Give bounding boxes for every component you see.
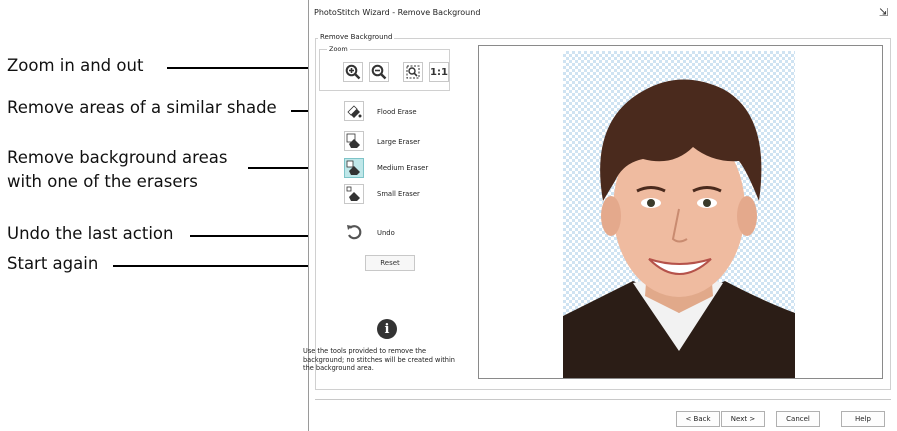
zoom-actual-size-icon: 1:1 (430, 66, 448, 78)
cancel-button[interactable]: Cancel (776, 411, 820, 427)
group-label: Remove Background (318, 33, 395, 41)
undo-label: Undo (377, 229, 395, 237)
callout-start-again: Start again (7, 254, 99, 273)
large-eraser-button[interactable] (344, 131, 364, 151)
zoom-label: Zoom (327, 45, 350, 53)
small-eraser-icon (346, 186, 360, 201)
cursor-icon: ⇲ (879, 6, 889, 19)
zoom-in-button[interactable] (343, 62, 363, 82)
zoom-actual-size-button[interactable]: 1:1 (429, 62, 449, 82)
zoom-fit-icon (406, 65, 420, 79)
portrait-photo (563, 79, 795, 378)
callout-zoom: Zoom in and out (7, 56, 144, 75)
back-button[interactable]: < Back (676, 411, 720, 427)
small-eraser-button[interactable] (344, 184, 364, 204)
wizard-window: PhotoStitch Wizard - Remove Background ⇲… (303, 0, 897, 431)
flood-erase-label: Flood Erase (377, 108, 417, 116)
callout-undo: Undo the last action (7, 224, 174, 243)
transparent-background (563, 51, 795, 378)
large-eraser-icon (346, 133, 360, 148)
zoom-out-button[interactable] (369, 62, 389, 82)
reset-button[interactable]: Reset (365, 255, 415, 271)
flood-erase-icon (347, 105, 362, 118)
info-icon: i (377, 319, 397, 339)
medium-eraser-label: Medium Eraser (377, 164, 429, 172)
footer-divider (315, 399, 891, 400)
info-text-content: Use the tools provided to remove the bac… (303, 347, 455, 372)
zoom-fit-button[interactable] (403, 62, 423, 82)
flood-erase-button[interactable] (344, 101, 364, 121)
small-eraser-label: Small Eraser (377, 190, 420, 198)
callout-erasers-2: with one of the erasers (7, 172, 198, 191)
zoom-out-icon (371, 64, 387, 80)
medium-eraser-button[interactable] (344, 158, 364, 178)
help-button[interactable]: Help (841, 411, 885, 427)
zoom-in-icon (345, 64, 361, 80)
window-title: PhotoStitch Wizard - Remove Background (314, 8, 481, 17)
image-preview[interactable] (478, 45, 883, 379)
callout-erasers-1: Remove background areas (7, 148, 228, 167)
medium-eraser-icon (346, 160, 360, 175)
next-button[interactable]: Next > (721, 411, 765, 427)
undo-icon (347, 225, 362, 240)
large-eraser-label: Large Eraser (377, 138, 421, 146)
undo-button[interactable] (344, 222, 364, 242)
callout-flood-erase: Remove areas of a similar shade (7, 98, 277, 117)
